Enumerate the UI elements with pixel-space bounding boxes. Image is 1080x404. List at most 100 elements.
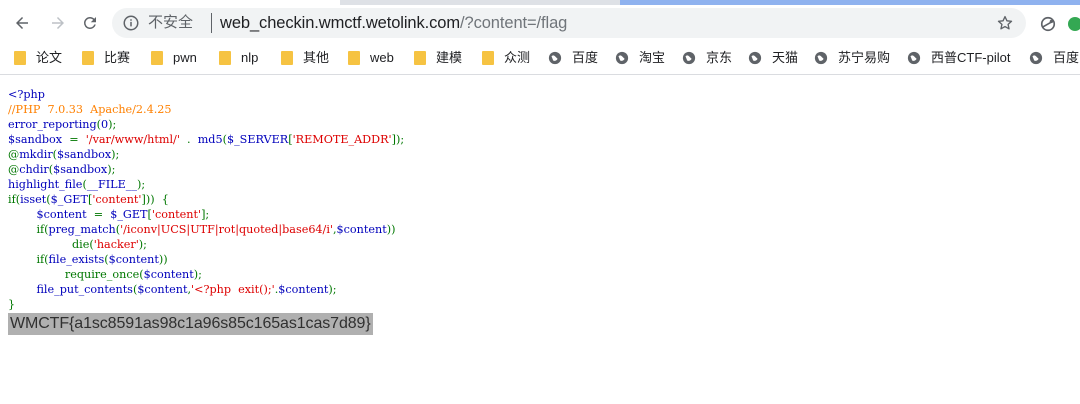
code-token: ); <box>108 118 117 131</box>
folder-icon <box>281 51 293 65</box>
bookmark-label: 其他 <box>303 50 330 65</box>
folder-icon <box>151 51 163 65</box>
php-source-code: <?php //PHP 7.0.33 Apache/2.4.25 error_r… <box>8 87 404 312</box>
bookmark-label: 天猫 <box>772 50 799 65</box>
code-token: mkdir <box>19 148 53 161</box>
code-token: $sandbox <box>57 148 112 161</box>
code-token: ); <box>136 178 146 191</box>
globe-icon <box>748 51 762 65</box>
bookmark-label: 建模 <box>436 50 463 65</box>
code-token: $content <box>108 253 159 266</box>
code-token: 'hacker' <box>93 238 139 251</box>
folder-icon <box>482 51 494 65</box>
code-token: $content <box>336 223 387 236</box>
code-token: md5 <box>197 133 223 146</box>
code-token: chdir <box>19 163 49 176</box>
folder-icon <box>219 51 231 65</box>
code-token: if( <box>8 193 21 206</box>
code-token: ); <box>328 283 337 296</box>
code-token: isset <box>20 193 47 206</box>
code-token: $content <box>143 268 194 281</box>
globe-icon <box>1029 51 1043 65</box>
code-token: $_GET <box>110 208 148 221</box>
code-token: ); <box>107 163 116 176</box>
code-token: 'content' <box>151 208 202 221</box>
code-token: '/iconv|UCS|UTF|rot|quoted|base64/i' <box>120 223 333 236</box>
forward-button[interactable] <box>44 9 72 37</box>
bookmark-folder-web[interactable]: web <box>348 49 394 67</box>
bookmark-suning[interactable]: 苏宁易购 <box>814 49 890 67</box>
url-text[interactable]: web_checkin.wmctf.wetolink.com/?content=… <box>220 14 567 32</box>
bookmark-taobao[interactable]: 淘宝 <box>615 49 665 67</box>
security-status-label[interactable]: 不安全 <box>148 15 193 31</box>
bookmark-label: 西普CTF-pilot <box>931 50 1011 65</box>
bookmarks-bar: 论文 比赛 pwn nlp 其他 web 建模 众测 百度 淘宝 京东 天猫 苏… <box>0 41 1080 75</box>
extension-icon[interactable] <box>1038 14 1058 34</box>
bookmark-folder-bisai[interactable]: 比赛 <box>82 49 130 67</box>
globe-icon <box>615 51 629 65</box>
star-icon[interactable] <box>996 14 1014 32</box>
bookmark-label: 苏宁易购 <box>838 50 891 65</box>
bookmark-label: 众测 <box>504 50 531 65</box>
code-token: __FILE__ <box>86 178 137 191</box>
address-separator <box>211 13 212 33</box>
code-token: file_put_contents <box>8 283 133 296</box>
bookmark-folder-pwn[interactable]: pwn <box>151 49 197 67</box>
code-token: file_exists <box>48 253 105 266</box>
code-token: )) <box>386 223 396 236</box>
code-token: '<?php exit();' <box>191 283 275 296</box>
url-host: web_checkin.wmctf.wetolink.com <box>220 14 461 32</box>
code-token: $sandbox <box>53 163 108 176</box>
info-icon[interactable] <box>122 14 140 32</box>
code-line-2: //PHP 7.0.33 Apache/2.4.25 <box>8 103 172 116</box>
arrow-right-icon <box>52 17 64 29</box>
bookmark-label: 淘宝 <box>639 50 666 65</box>
bookmark-label: nlp <box>241 50 259 65</box>
bookmark-baidu[interactable]: 百度 <box>548 49 598 67</box>
code-token: ])) { <box>141 193 169 206</box>
url-path: /?content=/flag <box>460 14 568 32</box>
code-token: highlight_file <box>8 178 83 191</box>
code-token: ); <box>193 268 202 281</box>
bookmark-folder-other[interactable]: 其他 <box>281 49 329 67</box>
code-token: preg_match <box>48 223 116 236</box>
bookmark-folder-crowdtest[interactable]: 众测 <box>482 49 530 67</box>
arrow-left-icon <box>16 17 28 29</box>
globe-icon <box>548 51 562 65</box>
code-token: die <box>8 238 90 251</box>
folder-icon <box>348 51 360 65</box>
bookmark-label: 论文 <box>36 50 63 65</box>
folder-icon <box>14 51 26 65</box>
code-token: $_GET <box>50 193 88 206</box>
bookmark-tmall[interactable]: 天猫 <box>748 49 798 67</box>
bookmark-jd[interactable]: 京东 <box>682 49 732 67</box>
code-token: require_once <box>8 268 140 281</box>
code-token: if( <box>8 253 49 266</box>
address-bar[interactable]: 不安全 web_checkin.wmctf.wetolink.com/?cont… <box>112 8 1026 38</box>
code-token: 'content' <box>92 193 142 206</box>
bookmark-folder-nlp[interactable]: nlp <box>219 49 258 67</box>
bookmark-folder-modeling[interactable]: 建模 <box>414 49 462 67</box>
code-token: if( <box>8 223 49 236</box>
folder-icon <box>82 51 94 65</box>
bookmark-xipu-ctf[interactable]: 西普CTF-pilot <box>907 49 1010 67</box>
flag-output-text[interactable]: WMCTF{a1sc8591as98c1a96s85c165as1cas7d89… <box>8 313 373 335</box>
bookmark-label: 京东 <box>706 50 733 65</box>
code-token: ]; <box>201 208 210 221</box>
globe-icon <box>682 51 696 65</box>
extension-status-icon[interactable] <box>1068 17 1080 31</box>
bookmark-folder-lunwen[interactable]: 论文 <box>14 49 62 67</box>
folder-icon <box>414 51 426 65</box>
page-content: <?php //PHP 7.0.33 Apache/2.4.25 error_r… <box>0 76 1080 404</box>
reload-button[interactable] <box>76 9 104 37</box>
code-line-15: } <box>8 298 16 311</box>
back-button[interactable] <box>8 9 36 37</box>
code-token: = <box>69 133 86 146</box>
code-token: $sandbox <box>8 133 70 146</box>
bookmark-baidu-2[interactable]: 百度 <box>1029 49 1079 67</box>
bookmark-label: web <box>370 50 394 65</box>
code-token: error_reporting <box>8 118 97 131</box>
code-token: @ <box>8 163 20 176</box>
code-token: = <box>93 208 111 221</box>
code-token: $_SERVER <box>226 133 289 146</box>
